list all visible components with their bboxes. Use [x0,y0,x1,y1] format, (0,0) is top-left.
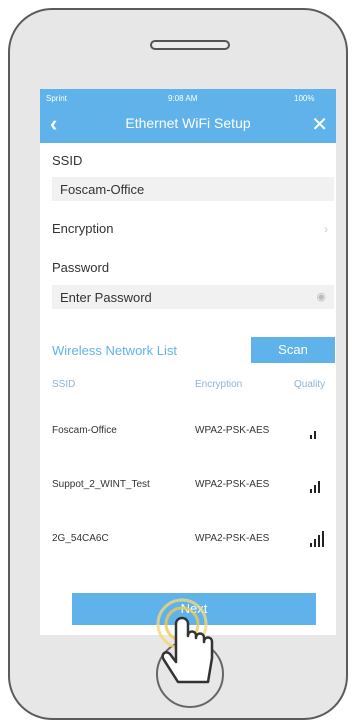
ssid-label: SSID [52,153,83,168]
signal-bar [314,539,316,547]
network-row[interactable]: 2G_54CA6C WPA2-PSK-AES [40,527,336,551]
signal-bar [310,435,312,439]
ssid-field[interactable]: Foscam-Office [52,177,334,201]
status-bar: Sprint 9:08 AM 100% [40,89,336,107]
network-ssid: 2G_54CA6C [52,533,109,544]
battery-label: 100% [294,94,315,103]
network-row[interactable]: Suppot_2_WINT_Test WPA2-PSK-AES [40,473,336,497]
encryption-row[interactable]: Encryption › [40,217,336,241]
encryption-label: Encryption [52,221,114,236]
nav-bar: ‹ Ethernet WiFi Setup ✕ [40,107,336,143]
signal-bar [310,543,312,547]
network-encryption: WPA2-PSK-AES [195,479,270,490]
eye-icon[interactable]: ◉ [316,290,326,303]
signal-bar [314,431,316,439]
wireless-list-title: Wireless Network List [52,343,177,358]
password-field[interactable]: Enter Password ◉ [52,285,334,309]
app-screen: Sprint 9:08 AM 100% ‹ Ethernet WiFi Setu… [40,89,336,635]
scan-button[interactable]: Scan [251,337,335,363]
page-title: Ethernet WiFi Setup [125,115,251,131]
network-ssid: Suppot_2_WINT_Test [52,479,150,490]
password-label: Password [52,260,110,275]
tap-hand-icon [156,598,214,684]
network-ssid: Foscam-Office [52,425,117,436]
password-placeholder: Enter Password [60,290,152,305]
signal-bar [318,535,320,547]
signal-bar [314,485,316,493]
network-row[interactable]: Foscam-Office WPA2-PSK-AES [40,419,336,443]
signal-bar [318,481,320,493]
signal-bars-icon [310,423,332,439]
signal-bars-icon [310,477,332,493]
network-encryption: WPA2-PSK-AES [195,425,270,436]
chevron-right-icon: › [324,222,328,236]
col-ssid: SSID [52,379,76,390]
signal-bars-icon [310,531,332,547]
speaker-grille [150,40,230,50]
close-icon[interactable]: ✕ [311,112,328,137]
col-quality: Quality [294,379,326,390]
network-encryption: WPA2-PSK-AES [195,533,270,544]
carrier-label: Sprint [46,94,67,103]
signal-bar [322,531,324,547]
col-encryption: Encryption [195,379,243,390]
status-time: 9:08 AM [168,94,198,103]
signal-bar [310,489,312,493]
